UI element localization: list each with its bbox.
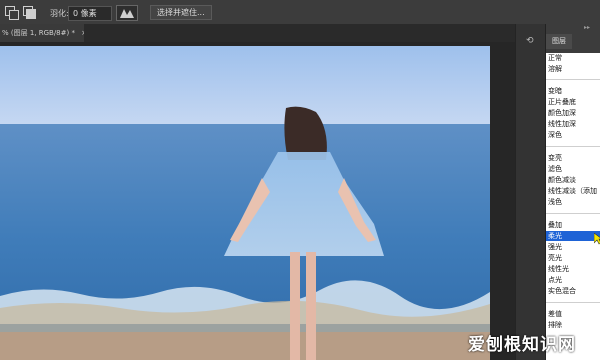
blend-option[interactable]: 滤色 [546, 164, 600, 174]
anti-alias-icon[interactable] [116, 5, 138, 21]
panel-icon-strip: ⟲ [515, 24, 546, 360]
blend-option[interactable]: 变亮 [546, 153, 600, 163]
options-bar: 羽化: 0 像素 选择并遮住... [0, 0, 600, 25]
document-tab-title: % (图层 1, RGB/8#) * [2, 29, 75, 37]
blend-option[interactable]: 深色 [546, 130, 600, 140]
feather-input[interactable]: 0 像素 [68, 6, 112, 21]
blend-option[interactable]: 溶解 [546, 64, 600, 74]
separator [546, 302, 600, 303]
feather-label: 羽化: [50, 9, 69, 18]
blend-option[interactable]: 变暗 [546, 86, 600, 96]
blend-option[interactable]: 线性加深 [546, 119, 600, 129]
blend-option-selected[interactable]: 柔光 [546, 231, 600, 241]
separator [546, 146, 600, 147]
history-icon[interactable]: ⟲ [526, 36, 534, 46]
collapse-panel-icon[interactable]: ▸▸ [584, 24, 590, 31]
layers-tab[interactable]: 图层 [546, 34, 572, 49]
canvas-photo[interactable] [0, 46, 490, 360]
blend-option[interactable]: 点光 [546, 275, 600, 285]
blend-option[interactable]: 实色混合 [546, 286, 600, 296]
blend-option[interactable]: 正常 [546, 53, 600, 63]
blend-option[interactable]: 叠加 [546, 220, 600, 230]
blend-option[interactable]: 线性光 [546, 264, 600, 274]
new-selection-icon[interactable] [4, 5, 19, 20]
blend-option[interactable]: 亮光 [546, 253, 600, 263]
blend-mode-dropdown[interactable]: 正常 溶解 变暗 正片叠底 颜色加深 线性加深 深色 变亮 滤色 颜色减淡 线性… [546, 53, 600, 360]
blend-option[interactable]: 颜色加深 [546, 108, 600, 118]
document-tab[interactable]: % (图层 1, RGB/8#) * × [0, 24, 84, 42]
separator [546, 213, 600, 214]
separator [546, 79, 600, 80]
blend-option[interactable]: 颜色减淡 [546, 175, 600, 185]
mouse-cursor-icon [593, 232, 600, 247]
blend-option[interactable]: 排除 [546, 320, 600, 330]
select-and-mask-button[interactable]: 选择并遮住... [150, 5, 212, 20]
blend-option[interactable]: 线性减淡（添加 [546, 186, 600, 196]
blend-option[interactable]: 正片叠底 [546, 97, 600, 107]
blend-option[interactable]: 强光 [546, 242, 600, 252]
intersect-selection-icon[interactable] [22, 5, 36, 19]
close-tab-icon[interactable]: × [77, 29, 84, 37]
blend-option[interactable]: 差值 [546, 309, 600, 319]
watermark: 爱刨根知识网 [468, 335, 576, 355]
blend-option[interactable]: 浅色 [546, 197, 600, 207]
